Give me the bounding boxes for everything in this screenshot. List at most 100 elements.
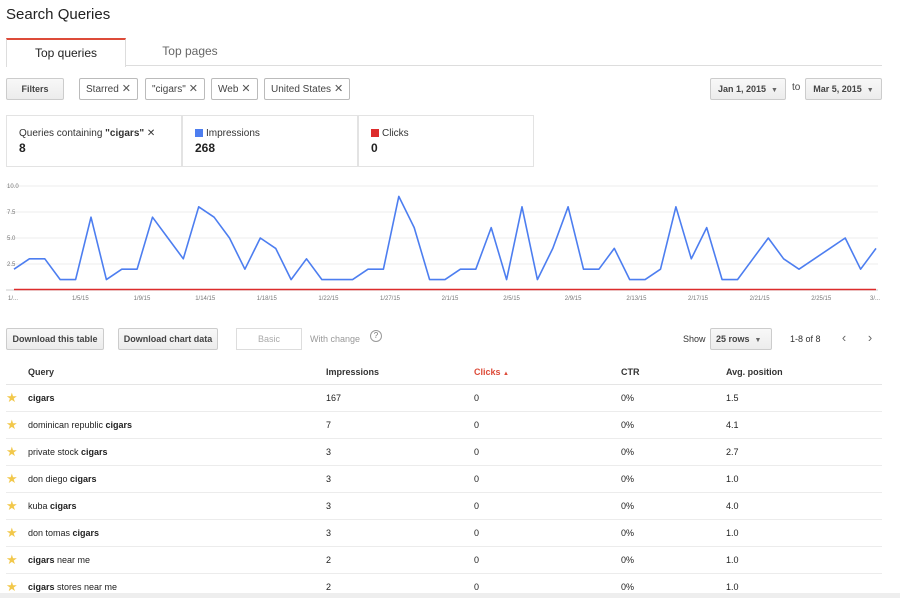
- table-row[interactable]: ★ don tomas cigars 3 0 0% 1.0: [6, 519, 882, 547]
- prev-page-button[interactable]: ‹: [832, 328, 856, 350]
- star-cell[interactable]: ★: [6, 465, 28, 493]
- close-icon[interactable]: ✕: [334, 83, 343, 95]
- stat-queries[interactable]: Queries containing "cigars" ✕ 8: [6, 115, 182, 167]
- tab-bar: Top queries Top pages: [6, 38, 882, 67]
- stat-impressions[interactable]: Impressions 268: [182, 115, 358, 167]
- query-text-term: cigars: [81, 446, 108, 457]
- star-cell[interactable]: ★: [6, 384, 28, 412]
- tab-top-pages[interactable]: Top pages: [130, 38, 250, 66]
- star-icon[interactable]: ★: [6, 417, 18, 432]
- column-header-query[interactable]: Query: [28, 360, 326, 385]
- table-row[interactable]: ★ cigars near me 2 0 0% 1.0: [6, 546, 882, 574]
- star-cell[interactable]: ★: [6, 519, 28, 547]
- table-row[interactable]: ★ cigars 167 0 0% 1.5: [6, 384, 882, 412]
- clicks-cell: 0: [474, 546, 621, 574]
- star-icon[interactable]: ★: [6, 390, 18, 405]
- star-cell[interactable]: ★: [6, 438, 28, 466]
- column-header-position[interactable]: Avg. position: [726, 360, 882, 385]
- column-header-ctr[interactable]: CTR: [621, 360, 726, 385]
- ctr-cell: 0%: [621, 411, 726, 439]
- help-icon[interactable]: ?: [370, 330, 382, 342]
- stat-queries-term: "cigars": [105, 128, 145, 139]
- query-text-pre: dominican republic: [28, 419, 106, 430]
- table-row[interactable]: ★ kuba cigars 3 0 0% 4.0: [6, 492, 882, 520]
- x-tick-label: 1/5/15: [72, 296, 89, 302]
- clicks-cell: 0: [474, 465, 621, 493]
- star-cell[interactable]: ★: [6, 411, 28, 439]
- table-row[interactable]: ★ don diego cigars 3 0 0% 1.0: [6, 465, 882, 493]
- star-cell[interactable]: ★: [6, 546, 28, 574]
- filters-button[interactable]: Filters: [6, 78, 64, 100]
- query-text-pre: private stock: [28, 446, 82, 457]
- ctr-cell: 0%: [621, 519, 726, 547]
- query-cell[interactable]: dominican republic cigars: [28, 411, 326, 439]
- star-icon[interactable]: ★: [6, 498, 18, 513]
- star-icon[interactable]: ★: [6, 471, 18, 486]
- with-change-toggle[interactable]: With change: [310, 334, 360, 344]
- chevron-down-icon: ▼: [754, 337, 762, 344]
- date-to-select[interactable]: Mar 5, 2015 ▼: [805, 78, 882, 100]
- stat-clicks[interactable]: Clicks 0: [358, 115, 534, 167]
- x-tick-label: 3/...: [870, 296, 880, 302]
- query-cell[interactable]: cigars: [28, 384, 326, 412]
- star-icon[interactable]: ★: [6, 579, 18, 594]
- column-header-clicks[interactable]: Clicks ▲: [474, 360, 621, 385]
- basic-button[interactable]: Basic: [236, 328, 302, 350]
- star-icon[interactable]: ★: [6, 444, 18, 459]
- query-text-term: cigars: [28, 392, 55, 403]
- download-chart-data-button[interactable]: Download chart data: [118, 328, 218, 350]
- x-tick-label: 1/...: [8, 296, 18, 302]
- position-cell: 1.0: [726, 519, 882, 547]
- query-cell[interactable]: private stock cigars: [28, 438, 326, 466]
- table-row[interactable]: ★ private stock cigars 3 0 0% 2.7: [6, 438, 882, 466]
- filter-chip-country[interactable]: United States ✕: [264, 78, 351, 100]
- position-cell: 2.7: [726, 438, 882, 466]
- close-icon[interactable]: ✕: [147, 128, 155, 139]
- sort-arrow-icon: ▲: [503, 370, 509, 377]
- x-tick-label: 1/22/15: [318, 296, 339, 302]
- table-row[interactable]: ★ dominican republic cigars 7 0 0% 4.1: [6, 411, 882, 439]
- star-icon[interactable]: ★: [6, 552, 18, 567]
- ctr-cell: 0%: [621, 465, 726, 493]
- query-cell[interactable]: kuba cigars: [28, 492, 326, 520]
- query-cell[interactable]: don tomas cigars: [28, 519, 326, 547]
- position-cell: 1.0: [726, 465, 882, 493]
- y-tick-label: 7.5: [7, 210, 16, 216]
- tab-top-queries[interactable]: Top queries: [6, 38, 126, 67]
- star-cell[interactable]: ★: [6, 492, 28, 520]
- chevron-down-icon: ▼: [866, 87, 874, 94]
- star-column-header: [6, 360, 28, 385]
- page-title: Search Queries: [6, 6, 111, 23]
- query-cell[interactable]: don diego cigars: [28, 465, 326, 493]
- clicks-cell: 0: [474, 384, 621, 412]
- query-text-post: stores near me: [54, 581, 118, 592]
- query-cell[interactable]: cigars near me: [28, 546, 326, 574]
- y-tick-label: 10.0: [7, 184, 19, 190]
- x-tick-label: 2/5/15: [503, 296, 520, 302]
- impressions-cell: 3: [326, 465, 474, 493]
- filter-chip-query[interactable]: "cigars" ✕: [145, 78, 205, 100]
- close-icon[interactable]: ✕: [122, 83, 131, 95]
- position-cell: 1.0: [726, 546, 882, 574]
- date-separator: to: [792, 82, 801, 93]
- date-from-select[interactable]: Jan 1, 2015 ▼: [710, 78, 786, 100]
- filter-chip-starred[interactable]: Starred ✕: [79, 78, 139, 100]
- table-body: ★ cigars 167 0 0% 1.5 ★ dominican republic ciga…: [6, 384, 882, 598]
- position-cell: 4.0: [726, 492, 882, 520]
- x-tick-label: 1/9/15: [134, 296, 151, 302]
- query-text-pre: don tomas: [28, 527, 73, 538]
- impressions-cell: 167: [326, 384, 474, 412]
- clicks-cell: 0: [474, 519, 621, 547]
- column-header-impressions[interactable]: Impressions: [326, 360, 474, 385]
- impressions-swatch: [195, 129, 203, 137]
- next-page-button[interactable]: ›: [858, 328, 882, 350]
- close-icon[interactable]: ✕: [189, 83, 198, 95]
- close-icon[interactable]: ✕: [241, 83, 250, 95]
- download-table-button[interactable]: Download this table: [6, 328, 104, 350]
- clicks-swatch: [371, 129, 379, 137]
- rows-per-page-select[interactable]: 25 rows ▼: [710, 328, 772, 350]
- ctr-cell: 0%: [621, 492, 726, 520]
- star-icon[interactable]: ★: [6, 525, 18, 540]
- clicks-cell: 0: [474, 411, 621, 439]
- filter-chip-web[interactable]: Web ✕: [211, 78, 258, 100]
